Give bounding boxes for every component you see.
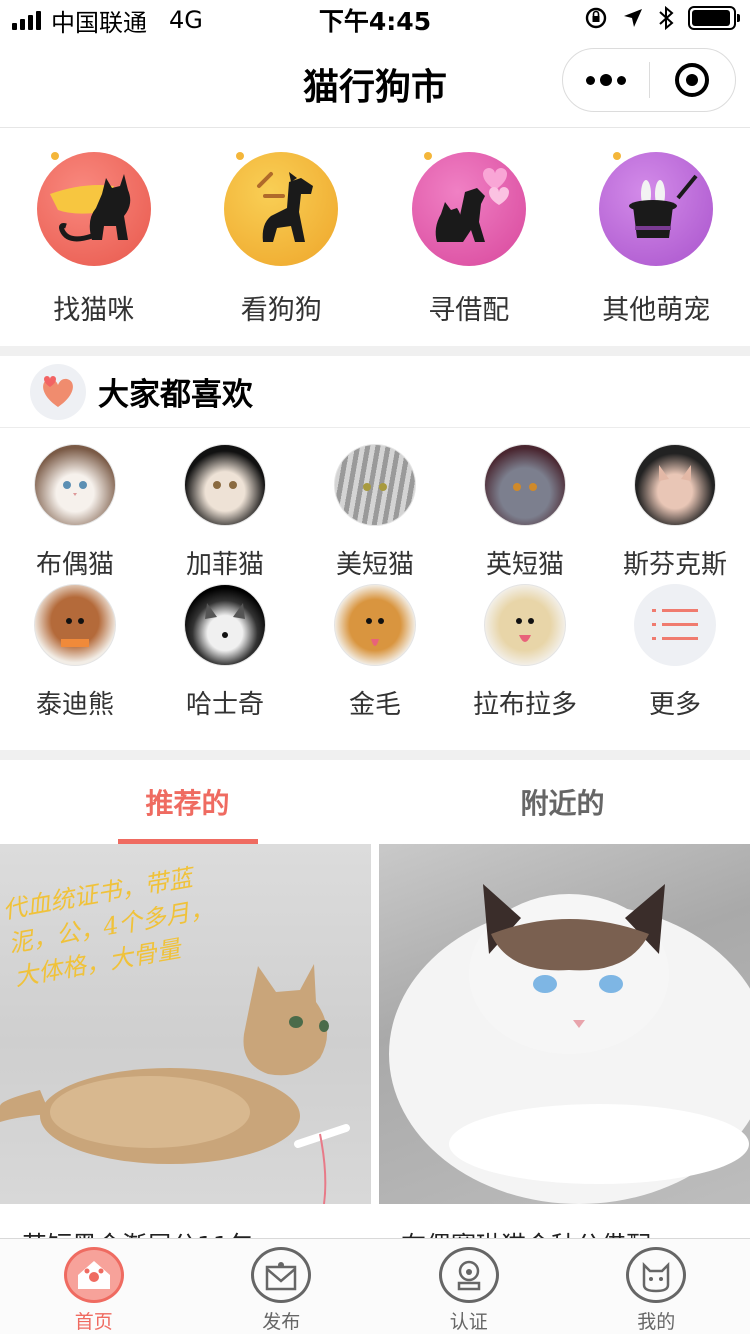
breed-label: 加菲猫 — [185, 550, 264, 580]
breed-british-shorthair[interactable]: 英短猫 — [450, 444, 600, 584]
breed-labrador[interactable]: 拉布拉多 — [450, 584, 600, 724]
sphynx-avatar — [634, 444, 716, 526]
dog-bone-icon — [224, 152, 339, 266]
tab-nearby[interactable]: 附近的 — [375, 760, 750, 844]
breed-more[interactable]: 更多 — [600, 584, 750, 724]
ragdoll-avatar — [34, 444, 116, 526]
location-arrow-icon — [624, 9, 642, 27]
tab-label: 我的 — [637, 1311, 676, 1333]
certificate-paw-icon — [438, 1247, 499, 1303]
breed-golden-retriever[interactable]: 金毛 — [300, 584, 450, 724]
breed-grid: 布偶猫 加菲猫 美短猫 英短猫 斯芬克斯 泰迪熊 哈士奇 金毛 拉布拉多 更多 — [0, 444, 750, 724]
list-icon — [634, 584, 716, 666]
cat-face-icon — [626, 1247, 687, 1303]
feed-grid: 代血统证书，带蓝 泥，公，4个多月， 大体格，大骨量 英短黑金渐层公11包 — [0, 844, 750, 1238]
magic-hat-icon — [599, 152, 714, 266]
category-find-cat[interactable]: 找猫咪 — [0, 130, 187, 346]
breed-american-shorthair[interactable]: 美短猫 — [300, 444, 450, 584]
category-label: 看狗狗 — [240, 295, 322, 326]
battery-icon — [688, 6, 740, 30]
teddy-avatar — [34, 584, 116, 666]
card-photo: 代血统证书，带蓝 泥，公，4个多月， 大体格，大骨量 — [0, 844, 371, 1204]
breed-sphynx[interactable]: 斯芬克斯 — [600, 444, 750, 584]
section-divider — [0, 346, 750, 356]
tab-label: 发布 — [262, 1311, 301, 1333]
category-other-pets[interactable]: 其他萌宠 — [563, 130, 750, 346]
feed-card[interactable]: 代血统证书，带蓝 泥，公，4个多月， 大体格，大骨量 英短黑金渐层公11包 — [0, 844, 371, 1238]
category-label: 寻借配 — [428, 295, 510, 326]
breed-label: 拉布拉多 — [472, 690, 577, 720]
breed-label: 泰迪熊 — [35, 690, 114, 720]
card-title: 布偶赛琳猫金种公借配 — [401, 1226, 651, 1238]
husky-avatar — [184, 584, 266, 666]
tab-publish[interactable]: 发布 — [188, 1239, 376, 1334]
status-icons — [584, 6, 740, 30]
golden-retriever-avatar — [334, 584, 416, 666]
labrador-avatar — [484, 584, 566, 666]
orientation-lock-icon — [585, 7, 607, 29]
target-icon — [675, 63, 710, 97]
envelope-paw-icon — [251, 1247, 312, 1303]
category-label: 找猫咪 — [53, 295, 135, 326]
bluetooth-icon — [659, 6, 674, 30]
breed-label: 斯芬克斯 — [622, 550, 727, 580]
category-row: 找猫咪 看狗狗 寻借配 其他萌宠 — [0, 130, 750, 346]
section-title: 大家都喜欢 — [98, 377, 253, 413]
status-bar: 中国联通 4G 下午4:45 — [0, 0, 750, 40]
breed-husky[interactable]: 哈士奇 — [150, 584, 300, 724]
more-button[interactable] — [563, 48, 649, 112]
popular-section-header: 大家都喜欢 — [0, 356, 750, 428]
tab-label: 首页 — [74, 1311, 113, 1333]
heart-icon — [30, 363, 86, 420]
pet-love-icon — [411, 152, 526, 266]
breed-label: 英短猫 — [485, 550, 564, 580]
cat-hero-icon — [36, 152, 151, 266]
tab-profile[interactable]: 我的 — [563, 1239, 750, 1334]
tab-recommended[interactable]: 推荐的 — [0, 760, 375, 844]
american-shorthair-avatar — [334, 444, 416, 526]
breed-ragdoll[interactable]: 布偶猫 — [0, 444, 150, 584]
feed-tabs: 推荐的 附近的 — [0, 760, 750, 844]
breed-label: 布偶猫 — [35, 550, 114, 580]
british-shorthair-avatar — [484, 444, 566, 526]
tab-home[interactable]: 首页 — [0, 1239, 188, 1334]
close-button[interactable] — [650, 48, 736, 112]
breed-label: 哈士奇 — [185, 690, 264, 720]
mini-program-capsule — [562, 48, 736, 112]
home-paw-icon — [63, 1247, 124, 1303]
exotic-shorthair-avatar — [184, 444, 266, 526]
tab-label: 认证 — [449, 1311, 488, 1333]
breed-exotic-shorthair[interactable]: 加菲猫 — [150, 444, 300, 584]
card-photo — [379, 844, 750, 1204]
section-divider — [0, 750, 750, 760]
breed-label: 美短猫 — [335, 550, 414, 580]
breed-label: 金毛 — [348, 690, 401, 720]
breed-teddy[interactable]: 泰迪熊 — [0, 584, 150, 724]
category-label: 其他萌宠 — [602, 295, 711, 326]
feed-card[interactable]: 布偶赛琳猫金种公借配 — [379, 844, 750, 1238]
breed-label: 更多 — [648, 690, 701, 720]
category-view-dog[interactable]: 看狗狗 — [188, 130, 375, 346]
nav-bar: 猫行狗市 — [0, 40, 750, 128]
card-title: 英短黑金渐层公11包 — [22, 1226, 254, 1238]
category-breeding[interactable]: 寻借配 — [375, 130, 562, 346]
bottom-tab-bar: 首页 发布 认证 我的 — [0, 1238, 750, 1334]
tab-verify[interactable]: 认证 — [375, 1239, 563, 1334]
